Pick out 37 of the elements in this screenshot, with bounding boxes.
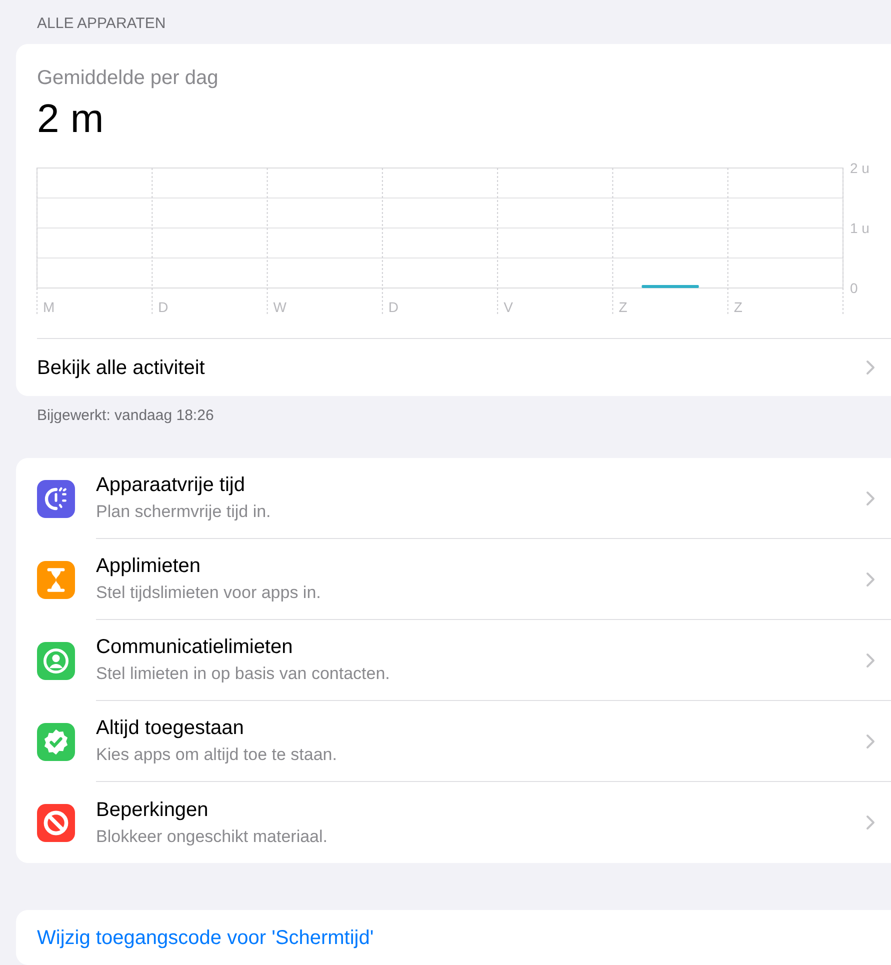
updated-note: Bijgewerkt: vandaag 18:26: [37, 406, 215, 426]
settings-row[interactable]: Beperkingen Blokkeer ongeschikt materiaal.: [16, 782, 891, 863]
settings-row[interactable]: Altijd toegestaan Kies apps om altijd toe te staan.: [16, 701, 891, 782]
row-subtitle: Blokkeer ongeschikt materiaal.: [96, 826, 329, 848]
day-label: D: [158, 299, 168, 315]
row-subtitle: Kies apps om altijd toe te staan.: [96, 744, 338, 766]
row-subtitle: Stel limieten in op basis van contacten.: [96, 663, 391, 685]
day-label: D: [388, 299, 399, 315]
chevron-icon: [866, 490, 875, 506]
chevron-icon: [866, 734, 875, 748]
row-title: Communicatielimieten: [96, 635, 294, 660]
settings-row[interactable]: Apparaatvrije tijd Plan schermvrije tijd in.: [16, 458, 891, 539]
average-value: 2 m: [37, 96, 105, 142]
chevron-icon: [866, 652, 875, 668]
day-label: W: [273, 299, 286, 315]
settings-row[interactable]: Applimieten Stel tijdslimieten voor apps in.: [16, 539, 891, 620]
row-title: Altijd toegestaan: [96, 716, 245, 741]
row-title: Beperkingen: [96, 798, 210, 822]
settings-row[interactable]: Communicatielimieten Stel limieten in op basis van contacten.: [16, 620, 891, 701]
row-title: Applimieten: [96, 554, 202, 579]
chevron-icon: [866, 815, 875, 830]
axis-label: 1 u: [850, 220, 870, 236]
row-subtitle: Plan schermvrije tijd in.: [96, 501, 272, 523]
day-label: Z: [618, 299, 628, 315]
row-subtitle: Stel tijdslimieten voor apps in.: [96, 582, 322, 604]
row-title: Apparaatvrije tijd: [96, 473, 246, 498]
day-label: Z: [734, 299, 742, 315]
average-label: Gemiddelde per dag: [37, 66, 220, 90]
axis-label: 2 u: [850, 160, 870, 176]
chevron-icon: [866, 360, 875, 375]
activity-link[interactable]: Bekijk alle activiteit: [16, 339, 891, 396]
axis-label: 0: [850, 280, 858, 296]
day-label: V: [504, 299, 513, 315]
chevron-icon: [866, 572, 875, 586]
section-header: ALLE APPARATEN: [37, 14, 167, 34]
day-label: M: [43, 299, 55, 315]
passcode-link[interactable]: Wijzig toegangscode voor 'Schermtijd': [37, 922, 374, 952]
